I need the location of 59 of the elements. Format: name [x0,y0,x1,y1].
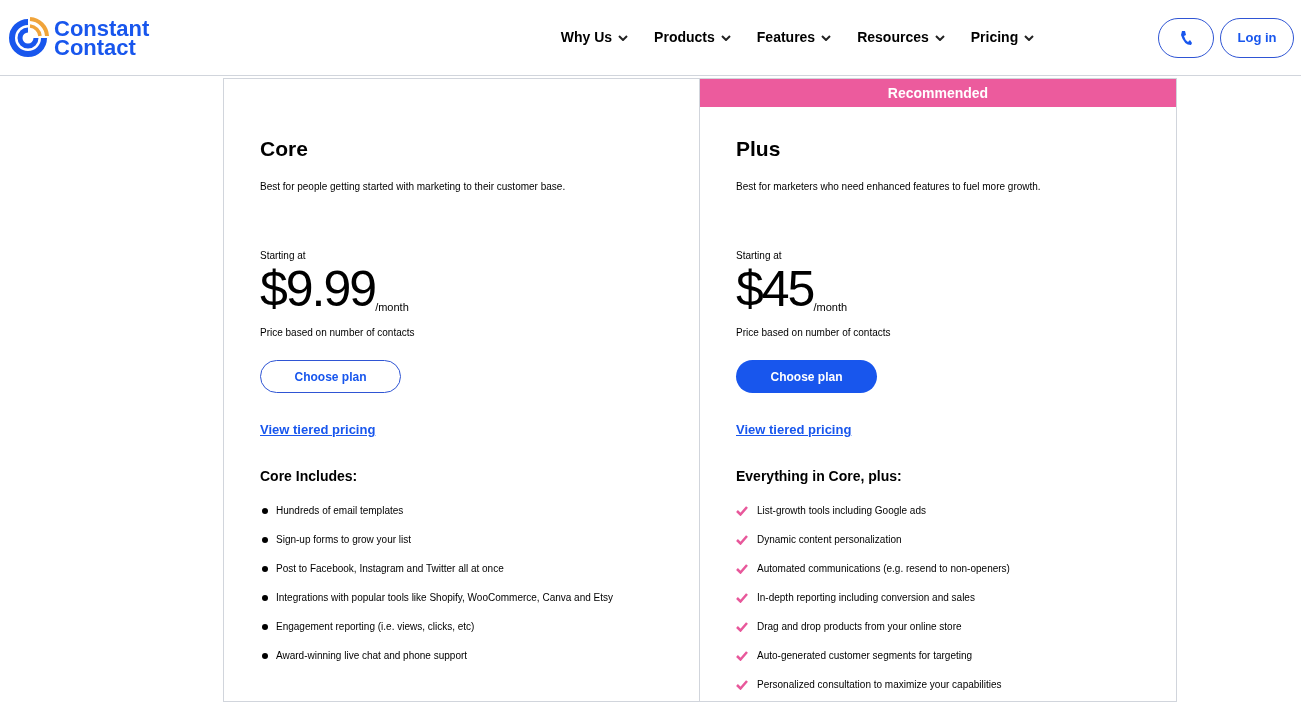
bullet-icon [262,652,268,659]
starting-label: Starting at [260,249,306,263]
chevron-down-icon [618,34,629,41]
view-tiered-pricing-link[interactable]: View tiered pricing [736,422,852,437]
feature-text: Personalized consultation to maximize your capabilities [757,678,1002,692]
feature-text: Automated communications (e.g. resend to non-openers) [757,562,1010,576]
feature-text: Dynamic content personalization [757,533,902,547]
price-note: Price based on number of contacts [260,326,415,340]
feature-text: Engagement reporting (i.e. views, clicks, etc) [276,620,475,634]
price-period: /month [375,300,409,315]
check-icon [736,679,748,690]
feature-text: Sign-up forms to grow your list [276,533,412,547]
bullet-icon [262,536,268,543]
view-tiered-pricing-link[interactable]: View tiered pricing [260,422,376,437]
feature-text: In-depth reporting including conversion and sales [757,591,975,605]
chevron-down-icon [1024,34,1035,41]
check-icon [736,650,748,661]
check-icon [736,621,748,632]
features-heading: Everything in Core, plus: [736,467,902,486]
feature-text: Integrations with popular tools like Shopify, WooCommerce, Canva and Etsy [276,591,614,605]
check-icon [736,563,748,574]
nav-menu-item[interactable]: Features [756,27,832,48]
recommended-banner: Recommended [700,79,1176,107]
phone-icon [1180,29,1192,46]
choose-plan-button[interactable]: Choose plan [260,360,401,393]
nav-menu-item[interactable]: Why Us [560,27,629,48]
check-icon [736,505,748,516]
nav-menu-item[interactable]: Resources [857,27,945,48]
price: $9.99 [260,265,376,313]
chevron-down-icon [821,34,832,41]
plan-description: Best for people getting started with marketing to their customer base. [260,180,566,194]
plan-name: Plus [736,136,781,162]
logo-text[interactable]: Constant [54,18,150,38]
bullet-icon [262,594,268,601]
check-icon [736,592,748,603]
features-heading: Core Includes: [260,467,358,486]
logo-icon[interactable] [7,16,49,59]
price-note: Price based on number of contacts [736,326,891,340]
feature-text: Drag and drop products from your online store [757,620,962,634]
feature-text: Award-winning live chat and phone support [276,649,468,663]
feature-text: Post to Facebook, Instagram and Twitter all at once [276,562,504,576]
price: $45 [736,265,814,313]
feature-text: Auto-generated customer segments for targeting [757,649,973,663]
price-period: /month [813,300,848,315]
plan-name: Core [260,136,308,162]
nav-menu-item[interactable]: Pricing [970,27,1035,48]
feature-text: Hundreds of email templates [276,504,404,518]
chevron-down-icon [720,34,731,41]
bullet-icon [262,565,268,572]
feature-text: List-growth tools including Google ads [757,504,926,518]
choose-plan-button[interactable]: Choose plan [736,360,877,393]
bullet-icon [262,507,268,514]
plan-description: Best for marketers who need enhanced features to fuel more growth. [736,180,1041,194]
bullet-icon [262,623,268,630]
logo-text[interactable]: Contact [54,37,150,57]
check-icon [736,534,748,545]
chevron-down-icon [934,34,945,41]
nav-menu-item[interactable]: Products [654,27,731,48]
starting-label: Starting at [736,249,782,263]
